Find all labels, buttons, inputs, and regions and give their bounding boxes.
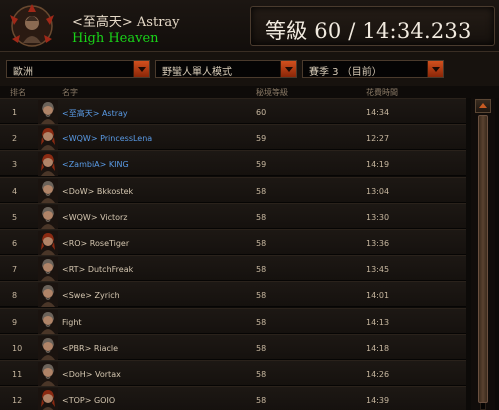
player-name: <至高天> Astray	[72, 15, 180, 30]
row-level: 58	[256, 265, 267, 275]
row-time: 14:13	[366, 317, 390, 327]
barbarian-female-portrait-icon	[38, 231, 58, 255]
leaderboard-header: <至高天> Astray High Heaven 等級 60 / 14:34.2…	[0, 0, 499, 52]
row-time: 14:34	[366, 108, 390, 117]
row-player-name[interactable]: <WQW> Victorz	[62, 213, 128, 222]
barbarian-male-portrait-icon	[38, 283, 58, 308]
row-level: 58	[256, 396, 267, 406]
leaderboard-row[interactable]: 1 <至高天> Astray 60 14:34	[0, 98, 466, 124]
row-level: 58	[256, 291, 267, 301]
row-time: 14:01	[366, 291, 390, 301]
leaderboard-row[interactable]: 11 <DoH> Vortax 58 14:26	[0, 360, 466, 386]
barbarian-female-portrait-icon	[38, 126, 58, 151]
row-player-name[interactable]: <RO> RoseTiger	[62, 239, 129, 248]
row-player-name[interactable]: <TOP> GOIO	[62, 396, 115, 405]
column-name: 名字	[62, 88, 78, 97]
barbarian-male-portrait-icon	[38, 335, 58, 360]
hero-portrait-emblem	[10, 4, 54, 47]
row-rank: 3	[12, 160, 18, 170]
row-rank: 6	[12, 239, 18, 248]
row-level: 59	[256, 134, 267, 144]
chevron-down-icon[interactable]	[280, 61, 296, 77]
row-level: 59	[256, 160, 267, 170]
scroll-thumb[interactable]	[478, 115, 488, 403]
level-time-text: 等級 60 / 14:34.233	[265, 19, 472, 43]
row-player-name[interactable]: <DoW> Bkkostek	[62, 187, 133, 196]
row-player-name[interactable]: Fight	[62, 318, 82, 327]
season-dropdown[interactable]: 賽季 3 （目前）	[302, 60, 444, 78]
barbarian-female-portrait-icon	[38, 388, 58, 410]
mode-value: 野蠻人單人模式	[162, 67, 232, 78]
region-dropdown[interactable]: 歐洲	[6, 60, 150, 78]
barbarian-male-portrait-icon	[38, 178, 58, 203]
chevron-down-icon[interactable]	[427, 61, 443, 77]
row-level: 58	[256, 239, 267, 248]
leaderboard-row[interactable]: 4 <DoW> Bkkostek 58 13:04	[0, 176, 466, 203]
barbarian-male-portrait-icon	[38, 100, 58, 124]
row-rank: 8	[12, 291, 18, 301]
scrollbar[interactable]	[471, 98, 495, 410]
column-header: 排名 名字 秘境等級 花費時間	[0, 86, 499, 98]
level-time-panel: 等級 60 / 14:34.233	[250, 6, 495, 46]
scroll-up-icon[interactable]	[475, 99, 491, 113]
row-level: 58	[256, 343, 267, 353]
row-time: 13:36	[366, 239, 390, 248]
row-level: 58	[256, 212, 267, 222]
chevron-down-icon[interactable]	[133, 61, 149, 77]
leaderboard-row[interactable]: 2 <WQW> PrincessLena 59 12:27	[0, 124, 466, 151]
leaderboard-row[interactable]: 12 <TOP> GOIO 58 14:39	[0, 386, 466, 410]
row-rank: 9	[12, 317, 18, 327]
row-player-name[interactable]: <DoH> Vortax	[62, 370, 121, 379]
row-rank: 10	[12, 343, 23, 353]
barbarian-male-portrait-icon	[38, 257, 58, 282]
row-rank: 12	[12, 396, 23, 406]
row-time: 13:04	[366, 186, 390, 196]
row-player-name[interactable]: <ZambiA> KING	[62, 160, 129, 169]
row-rank: 11	[12, 370, 23, 379]
row-rank: 5	[12, 212, 18, 222]
barbarian-male-portrait-icon	[38, 362, 58, 386]
row-player-name[interactable]: <PBR> Riacle	[62, 344, 118, 353]
leaderboard-row[interactable]: 5 <WQW> Victorz 58 13:30	[0, 202, 466, 229]
row-rank: 7	[12, 265, 18, 275]
row-rank: 1	[12, 108, 18, 117]
column-time: 花費時間	[366, 88, 398, 97]
row-time: 14:26	[366, 370, 390, 379]
row-player-name[interactable]: <Swe> Zyrich	[62, 291, 120, 300]
leaderboard-row[interactable]: 9 Fight 58 14:13	[0, 307, 466, 334]
leaderboard-row[interactable]: 8 <Swe> Zyrich 58 14:01	[0, 281, 466, 308]
row-time: 14:39	[366, 396, 390, 406]
leaderboard-row[interactable]: 6 <RO> RoseTiger 58 13:36	[0, 229, 466, 255]
row-player-name[interactable]: <WQW> PrincessLena	[62, 134, 152, 143]
row-time: 13:30	[366, 212, 390, 222]
barbarian-male-portrait-icon	[38, 204, 58, 229]
leaderboard-row[interactable]: 7 <RT> DutchFreak 58 13:45	[0, 255, 466, 282]
mode-dropdown[interactable]: 野蠻人單人模式	[155, 60, 297, 78]
column-rank: 排名	[10, 88, 26, 97]
row-player-name[interactable]: <RT> DutchFreak	[62, 265, 133, 274]
column-level: 秘境等級	[256, 88, 288, 97]
leaderboard-row[interactable]: 3 <ZambiA> KING 59 14:19	[0, 150, 466, 177]
row-time: 13:45	[366, 265, 390, 275]
row-rank: 2	[12, 134, 18, 144]
row-level: 58	[256, 317, 267, 327]
barbarian-male-portrait-icon	[38, 309, 58, 334]
row-level: 58	[256, 370, 267, 379]
row-time: 12:27	[366, 134, 390, 144]
row-time: 14:19	[366, 160, 390, 170]
row-time: 14:18	[366, 343, 390, 353]
leaderboard-row[interactable]: 10 <PBR> Riacle 58 14:18	[0, 333, 466, 360]
row-level: 58	[256, 186, 267, 196]
clan-name: High Heaven	[72, 31, 159, 46]
region-value: 歐洲	[13, 67, 33, 78]
leaderboard-list: 1 <至高天> Astray 60 14:34 2 <WQW> PrincessLena 5…	[0, 98, 470, 410]
row-player-name[interactable]: <至高天> Astray	[62, 108, 128, 119]
row-level: 60	[256, 108, 267, 117]
row-rank: 4	[12, 186, 18, 196]
filter-bar: 歐洲 野蠻人單人模式 賽季 3 （目前）	[0, 52, 499, 86]
barbarian-female-portrait-icon	[38, 152, 58, 177]
season-value: 賽季 3 （目前）	[309, 67, 382, 78]
